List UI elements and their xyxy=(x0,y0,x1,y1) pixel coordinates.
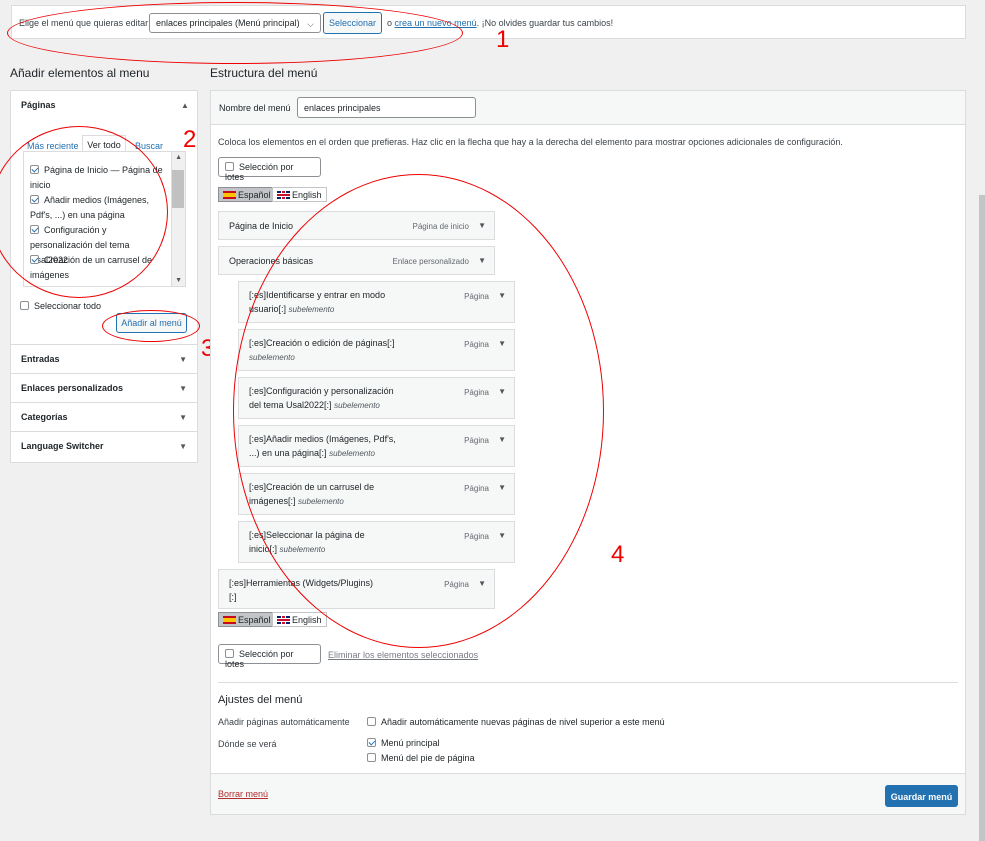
auto-add-label: Añadir páginas automáticamente xyxy=(218,717,350,727)
checkbox[interactable] xyxy=(367,738,376,747)
section-label: Enlaces personalizados xyxy=(21,383,124,393)
lang-label: Español xyxy=(238,190,271,200)
save-menu-button[interactable]: Guardar menú xyxy=(885,785,958,807)
expand-icon: ▼ xyxy=(179,413,187,422)
lang-tab-es[interactable]: Español xyxy=(218,187,276,202)
annotation-number-1: 1 xyxy=(496,26,510,53)
location-primary[interactable]: Menú principal xyxy=(367,738,440,748)
expand-icon: ▼ xyxy=(179,384,187,393)
section-categorias[interactable]: Categorías ▼ xyxy=(11,402,197,431)
menu-name-label: Nombre del menú xyxy=(219,103,291,113)
checkbox[interactable] xyxy=(367,753,376,762)
menu-name-input[interactable]: enlaces principales xyxy=(297,97,476,118)
page-scrollbar[interactable] xyxy=(979,195,985,841)
select-all-option[interactable]: Seleccionar todo xyxy=(20,301,101,311)
lang-label: English xyxy=(292,190,322,200)
annotation-number-4: 4 xyxy=(611,541,625,568)
section-entradas[interactable]: Entradas ▼ xyxy=(11,344,197,373)
section-label: Language Switcher xyxy=(21,441,104,451)
annotation-ellipse-3 xyxy=(102,310,200,342)
delete-selected-link[interactable]: Eliminar los elementos seleccionados xyxy=(328,650,478,660)
uk-flag-icon xyxy=(277,191,290,199)
location-label: Dónde se verá xyxy=(218,739,277,749)
title-line: [:] xyxy=(229,592,237,602)
location-option-label: Menú principal xyxy=(381,738,440,748)
add-items-heading: Añadir elementos al menu xyxy=(10,66,150,80)
checkbox[interactable] xyxy=(225,649,234,658)
pages-section-title[interactable]: Páginas xyxy=(21,100,56,110)
lang-tab-es[interactable]: Español xyxy=(218,612,276,627)
uk-flag-icon xyxy=(277,616,290,624)
lang-tab-en[interactable]: English xyxy=(272,612,327,627)
auto-add-option[interactable]: Añadir automáticamente nuevas páginas de… xyxy=(367,717,665,727)
menu-structure-heading: Estructura del menú xyxy=(210,66,318,80)
checkbox[interactable] xyxy=(20,301,29,310)
auto-add-option-label: Añadir automáticamente nuevas páginas de… xyxy=(381,717,665,727)
bulk-select-bottom[interactable]: Selección por lotes xyxy=(218,644,321,669)
list-scrollbar[interactable]: ▲ ▼ xyxy=(171,152,185,286)
bulk-select-top[interactable]: Selección por lotes xyxy=(218,157,321,182)
lang-label: Español xyxy=(238,615,271,625)
menu-settings-heading: Ajustes del menú xyxy=(218,694,303,706)
delete-menu-link[interactable]: Borrar menú xyxy=(218,789,268,799)
scroll-down-icon[interactable]: ▼ xyxy=(175,277,182,284)
section-label: Categorías xyxy=(21,412,68,422)
annotation-ellipse-4 xyxy=(233,174,604,648)
section-label: Entradas xyxy=(21,354,60,364)
checkbox[interactable] xyxy=(225,162,234,171)
scroll-up-icon[interactable]: ▲ xyxy=(175,154,182,161)
menu-item-title: Página de Inicio xyxy=(229,221,294,231)
expand-icon: ▼ xyxy=(179,442,187,451)
spain-flag-icon xyxy=(223,191,236,199)
scroll-thumb[interactable] xyxy=(172,170,184,208)
expand-icon: ▼ xyxy=(179,355,187,364)
location-option-label: Menú del pie de página xyxy=(381,753,475,763)
settings-divider xyxy=(218,682,958,683)
location-footer[interactable]: Menú del pie de página xyxy=(367,753,475,763)
select-all-label: Seleccionar todo xyxy=(34,301,102,311)
lang-label: English xyxy=(292,615,322,625)
spain-flag-icon xyxy=(223,616,236,624)
menu-footer-bar xyxy=(211,773,965,814)
menu-instructions: Coloca los elementos en el orden que pre… xyxy=(218,137,843,147)
lang-tab-en[interactable]: English xyxy=(272,187,327,202)
annotation-number-2: 2 xyxy=(183,126,197,153)
checkbox[interactable] xyxy=(367,717,376,726)
collapse-icon[interactable]: ▲ xyxy=(181,101,189,110)
annotation-ellipse-1 xyxy=(7,2,463,64)
section-language-switcher[interactable]: Language Switcher ▼ xyxy=(11,431,197,460)
section-enlaces-personalizados[interactable]: Enlaces personalizados ▼ xyxy=(11,373,197,402)
